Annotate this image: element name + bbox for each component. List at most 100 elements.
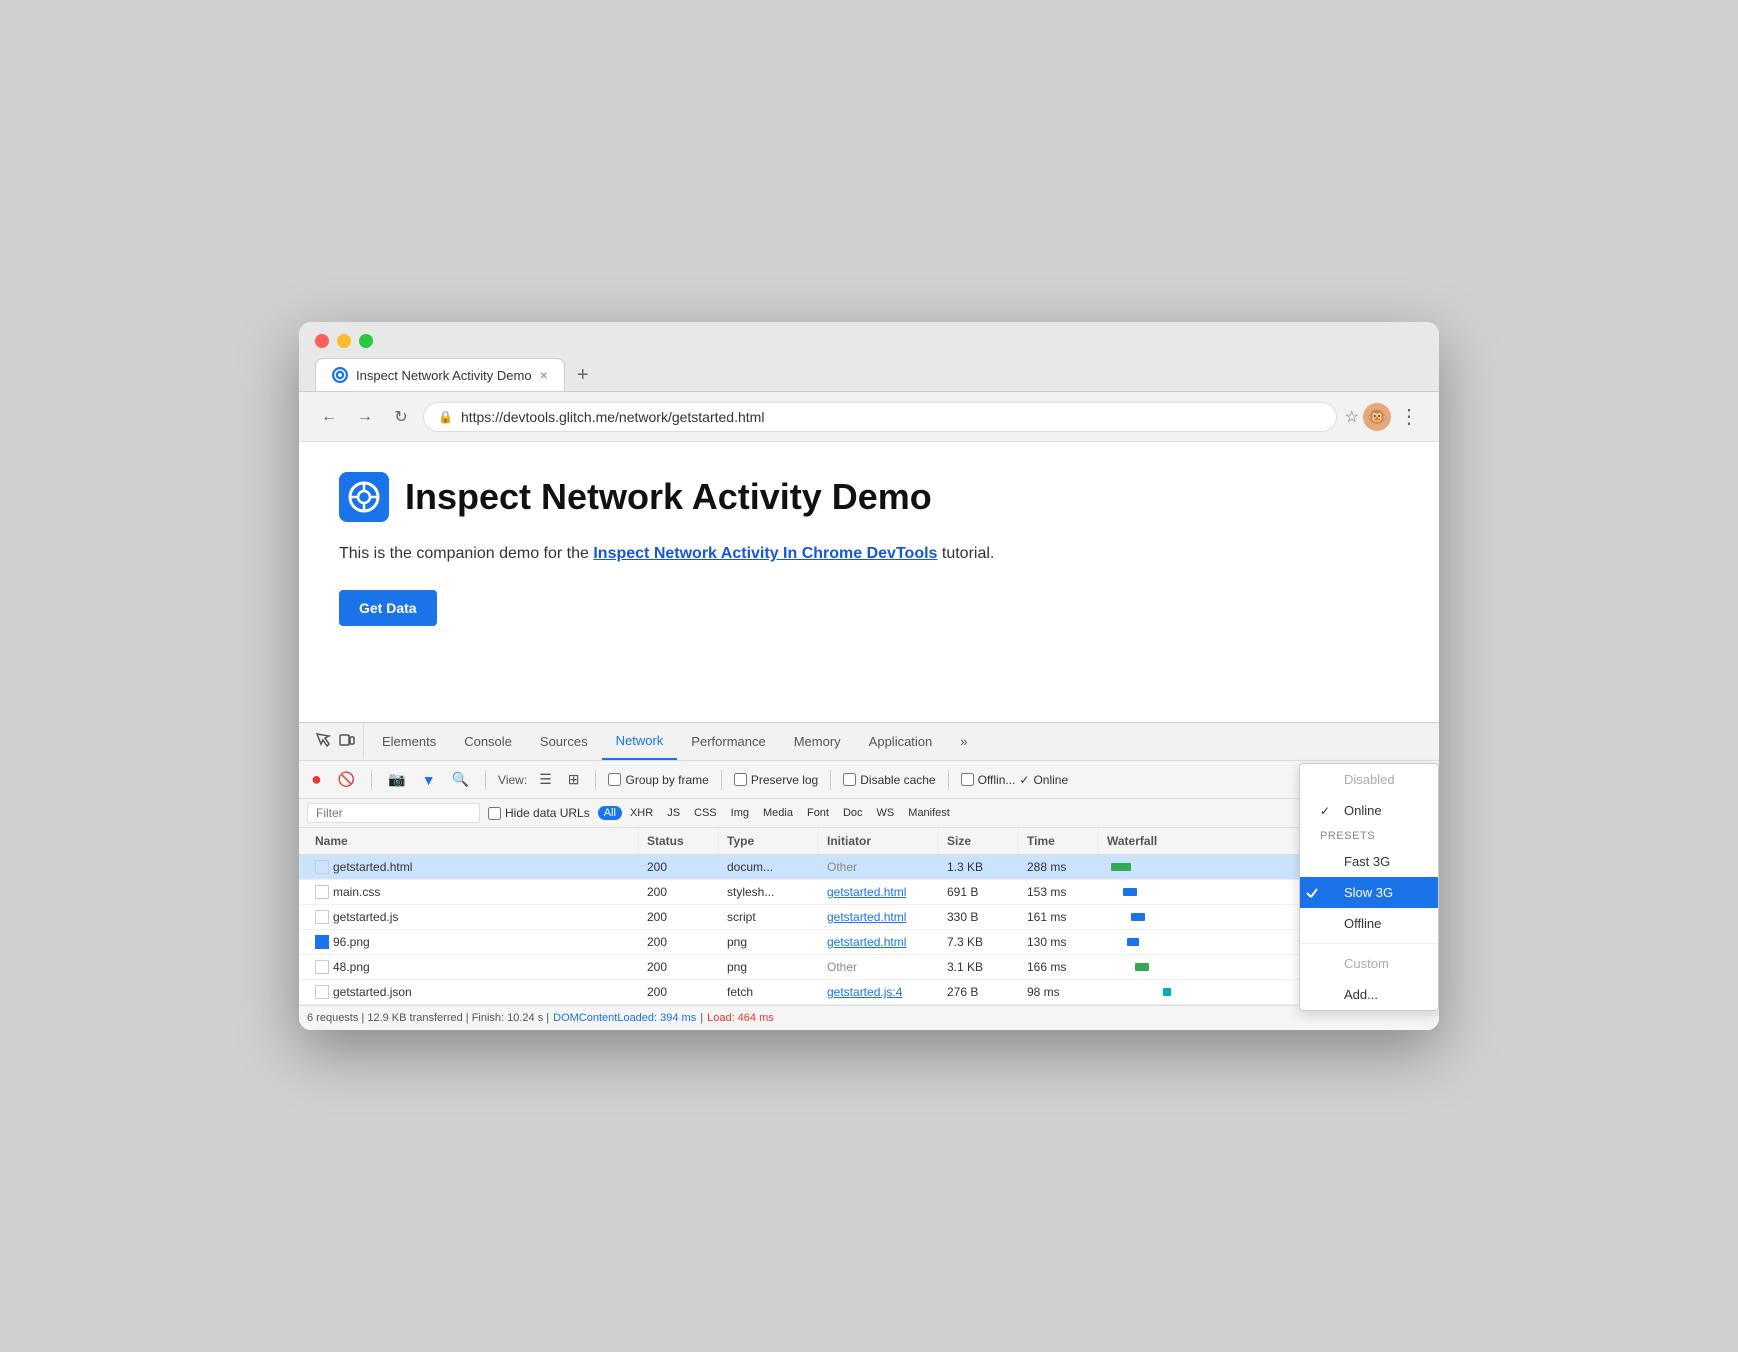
filter-tag-css[interactable]: CSS — [688, 806, 723, 820]
record-button[interactable]: ● — [307, 767, 326, 792]
menu-button[interactable]: ⋮ — [1395, 400, 1423, 433]
header-name[interactable]: Name — [307, 828, 639, 854]
screenshot-button[interactable]: 📷 — [384, 769, 409, 790]
devtools-link[interactable]: Inspect Network Activity In Chrome DevTo… — [593, 545, 937, 562]
tab-memory[interactable]: Memory — [780, 724, 855, 759]
new-tab-button[interactable]: + — [569, 361, 597, 389]
tab-performance[interactable]: Performance — [677, 724, 779, 759]
filter-input[interactable] — [307, 803, 480, 823]
header-type[interactable]: Type — [719, 828, 819, 854]
cell-type: fetch — [719, 980, 819, 1004]
list-view-button[interactable]: ☰ — [535, 769, 556, 790]
cell-type: png — [719, 930, 819, 954]
address-bar: ← → ↻ 🔒 https://devtools.glitch.me/netwo… — [299, 392, 1439, 442]
tab-console[interactable]: Console — [450, 724, 526, 759]
minimize-button[interactable] — [337, 334, 351, 348]
cell-status: 200 — [639, 955, 719, 979]
search-button[interactable]: 🔍 — [448, 769, 473, 790]
inspect-element-icon[interactable] — [315, 732, 331, 751]
cell-initiator[interactable]: getstarted.html — [819, 880, 939, 904]
maximize-button[interactable] — [359, 334, 373, 348]
cell-name: main.css — [307, 880, 639, 904]
status-separator: | — [700, 1012, 703, 1024]
dropdown-disabled: Disabled — [1300, 764, 1438, 795]
forward-button[interactable]: → — [351, 403, 379, 431]
toolbar-right: ☆ 🐵 ⋮ — [1345, 400, 1423, 433]
title-bar: Inspect Network Activity Demo × + — [299, 322, 1439, 392]
table-row[interactable]: getstarted.js 200 script getstarted.html… — [299, 905, 1439, 930]
dropdown-online[interactable]: ✓ Online — [1300, 795, 1438, 826]
header-initiator[interactable]: Initiator — [819, 828, 939, 854]
cell-initiator[interactable]: getstarted.html — [819, 930, 939, 954]
tab-elements[interactable]: Elements — [368, 724, 450, 759]
tab-sources[interactable]: Sources — [526, 724, 602, 759]
header-size[interactable]: Size — [939, 828, 1019, 854]
disable-cache-checkbox[interactable]: Disable cache — [843, 773, 935, 787]
cell-size: 7.3 KB — [939, 930, 1019, 954]
dropdown-slow3g[interactable]: Slow 3G — [1300, 877, 1438, 908]
cell-type: docum... — [719, 855, 819, 879]
file-icon — [315, 885, 329, 899]
back-button[interactable]: ← — [315, 403, 343, 431]
dropdown-fast3g[interactable]: Fast 3G — [1300, 846, 1438, 877]
filter-tag-ws[interactable]: WS — [871, 806, 901, 820]
tab-network[interactable]: Network — [602, 723, 678, 760]
tab-application[interactable]: Application — [855, 724, 947, 759]
device-toolbar-icon[interactable] — [339, 732, 355, 751]
address-input[interactable]: 🔒 https://devtools.glitch.me/network/get… — [423, 402, 1337, 432]
filter-tag-xhr[interactable]: XHR — [624, 806, 659, 820]
get-data-button[interactable]: Get Data — [339, 590, 437, 626]
filter-tag-doc[interactable]: Doc — [837, 806, 869, 820]
table-row[interactable]: 48.png 200 png Other 3.1 KB 166 ms — [299, 955, 1439, 980]
offline-checkbox[interactable]: Offlin... — [961, 773, 1016, 787]
status-bar: 6 requests | 12.9 KB transferred | Finis… — [299, 1005, 1439, 1030]
cell-initiator[interactable]: getstarted.js:4 — [819, 980, 939, 1004]
file-icon — [315, 910, 329, 924]
throttle-value[interactable]: Online — [1033, 773, 1068, 787]
group-by-frame-checkbox[interactable]: Group by frame — [608, 773, 708, 787]
tab-more[interactable]: » — [946, 724, 981, 759]
cell-initiator[interactable]: getstarted.html — [819, 905, 939, 929]
cell-size: 276 B — [939, 980, 1019, 1004]
network-toolbar: ● 🚫 📷 ▼ 🔍 View: ☰ ⊞ Group by frame Prese… — [299, 761, 1439, 799]
image-icon — [315, 935, 329, 949]
cell-status: 200 — [639, 980, 719, 1004]
offline-area[interactable]: Offlin... ✓ Online — [961, 773, 1069, 787]
filter-tag-font[interactable]: Font — [801, 806, 835, 820]
tab-close-button[interactable]: × — [540, 367, 548, 383]
profile-avatar[interactable]: 🐵 — [1363, 403, 1391, 431]
tree-view-button[interactable]: ⊞ — [564, 769, 584, 790]
hide-data-urls-checkbox[interactable]: Hide data URLs — [488, 806, 590, 820]
cell-name: getstarted.html — [307, 855, 639, 879]
close-button[interactable] — [315, 334, 329, 348]
cell-status: 200 — [639, 930, 719, 954]
table-row[interactable]: getstarted.html 200 docum... Other 1.3 K… — [299, 855, 1439, 880]
separator-3 — [595, 770, 596, 790]
bookmark-icon[interactable]: ☆ — [1345, 407, 1359, 427]
filter-tag-all[interactable]: All — [598, 806, 622, 820]
view-label: View: — [498, 773, 527, 787]
dropdown-offline[interactable]: Offline — [1300, 908, 1438, 939]
filter-tag-js[interactable]: JS — [661, 806, 686, 820]
page-header: Inspect Network Activity Demo — [339, 472, 1399, 522]
refresh-button[interactable]: ↻ — [387, 403, 415, 431]
browser-tab[interactable]: Inspect Network Activity Demo × — [315, 358, 565, 391]
filter-tag-img[interactable]: Img — [725, 806, 755, 820]
filter-tag-media[interactable]: Media — [757, 806, 799, 820]
dropdown-add[interactable]: Add... — [1300, 979, 1438, 1010]
separator-5 — [830, 770, 831, 790]
table-row[interactable]: getstarted.json 200 fetch getstarted.js:… — [299, 980, 1439, 1005]
header-status[interactable]: Status — [639, 828, 719, 854]
file-icon — [315, 960, 329, 974]
table-row[interactable]: 96.png 200 png getstarted.html 7.3 KB 13… — [299, 930, 1439, 955]
online-checkmark: ✓ — [1019, 773, 1029, 787]
dropdown-custom: Custom — [1300, 948, 1438, 979]
description-prefix: This is the companion demo for the — [339, 545, 593, 562]
cell-status: 200 — [639, 855, 719, 879]
filter-tag-manifest[interactable]: Manifest — [902, 806, 956, 820]
table-row[interactable]: main.css 200 stylesh... getstarted.html … — [299, 880, 1439, 905]
clear-button[interactable]: 🚫 — [334, 769, 359, 790]
filter-button[interactable]: ▼ — [418, 770, 440, 790]
preserve-log-checkbox[interactable]: Preserve log — [734, 773, 818, 787]
header-time[interactable]: Time — [1019, 828, 1099, 854]
